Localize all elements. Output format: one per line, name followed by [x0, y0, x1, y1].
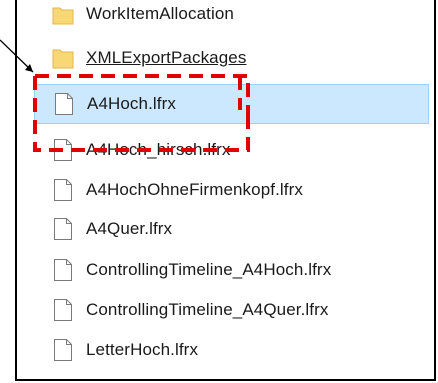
list-item-label: LetterHoch.lfrx — [86, 340, 199, 359]
list-item-file-controllingtimeline-a4quer[interactable]: ControllingTimeline_A4Quer.lfrx — [34, 290, 429, 330]
list-item-label: XMLExportPackages — [86, 48, 247, 67]
list-item-file-letterhoch[interactable]: LetterHoch.lfrx — [34, 330, 429, 370]
folder-icon — [52, 2, 74, 26]
list-item-label: A4Quer.lfrx — [86, 219, 173, 238]
list-item-folder-workitemallocation[interactable]: WorkItemAllocation — [34, 0, 429, 34]
file-icon — [52, 138, 74, 162]
file-icon — [53, 92, 75, 116]
list-item-label: A4HochOhneFirmenkopf.lfrx — [86, 180, 303, 199]
list-item-label: ControllingTimeline_A4Hoch.lfrx — [86, 260, 332, 279]
file-list-panel: WorkItemAllocation XMLExportPackages A4H… — [15, 0, 436, 381]
list-item-label: ControllingTimeline_A4Quer.lfrx — [86, 300, 329, 319]
list-item-file-controllingtimeline-a4hoch[interactable]: ControllingTimeline_A4Hoch.lfrx — [34, 250, 429, 290]
list-item-folder-xmlexportpackages[interactable]: XMLExportPackages — [34, 38, 429, 78]
list-item-file-a4hochohnefirmenkopf[interactable]: A4HochOhneFirmenkopf.lfrx — [34, 170, 429, 210]
file-icon — [52, 258, 74, 282]
list-item-file-a4hoch-hirsch[interactable]: A4Hoch_hirsch.lfrx — [34, 130, 429, 170]
list-item-file-a4hoch[interactable]: A4Hoch.lfrx — [34, 84, 429, 124]
file-icon — [52, 298, 74, 322]
list-item-label: A4Hoch_hirsch.lfrx — [86, 140, 231, 159]
file-icon — [52, 178, 74, 202]
file-icon — [52, 217, 74, 241]
folder-icon — [52, 46, 74, 70]
list-item-file-a4quer[interactable]: A4Quer.lfrx — [34, 209, 429, 249]
list-item-label: WorkItemAllocation — [86, 4, 234, 23]
file-icon — [52, 338, 74, 362]
list-item-label: A4Hoch.lfrx — [87, 94, 176, 113]
